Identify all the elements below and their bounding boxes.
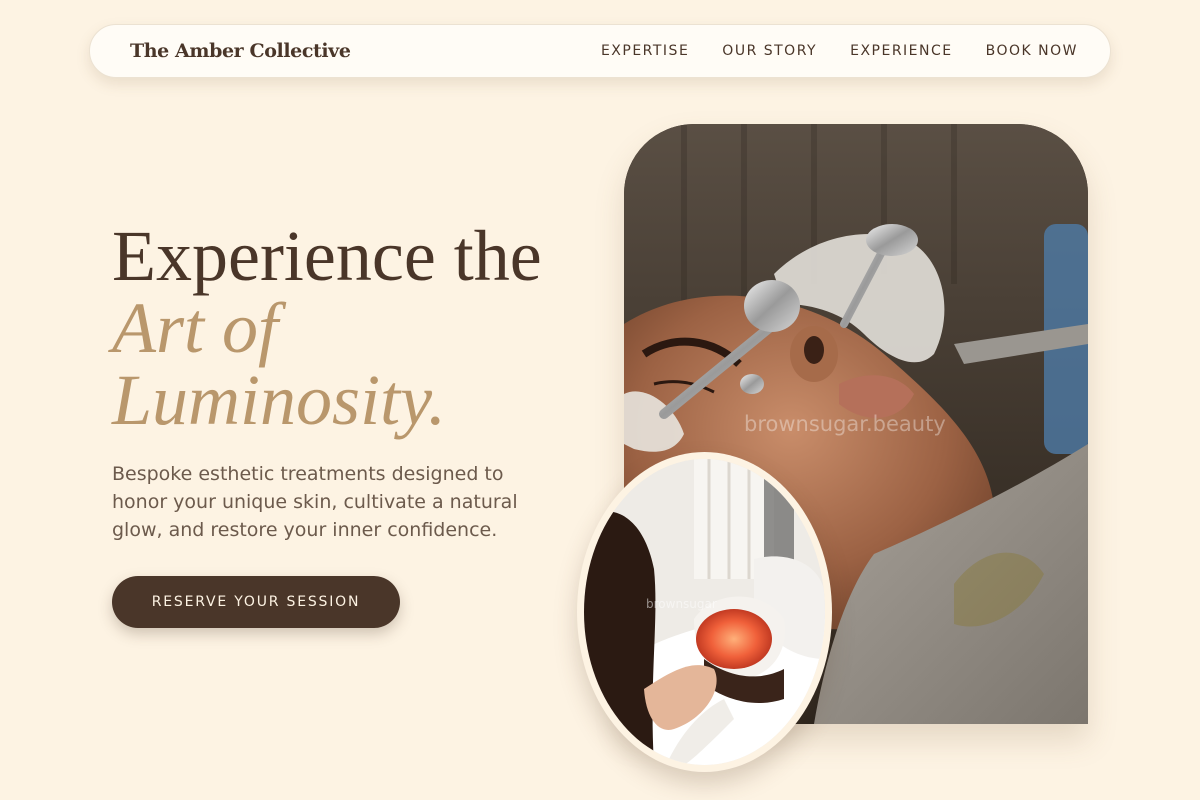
led-therapy-photo: brownsugar bbox=[584, 459, 825, 765]
nav-links: EXPERTISE OUR STORY EXPERIENCE BOOK NOW bbox=[601, 43, 1078, 59]
brand-logo[interactable]: The Amber Collective bbox=[130, 40, 351, 62]
hero-title-line: Experience the bbox=[112, 216, 542, 296]
hero-title-accent-line-2: Luminosity. bbox=[112, 360, 447, 440]
led-therapy-photo-frame: brownsugar bbox=[577, 452, 832, 772]
main-photo-watermark: brownsugar.beauty bbox=[744, 412, 946, 436]
hero-title: Experience the Art of Luminosity. bbox=[112, 220, 542, 436]
nav-link-expertise[interactable]: EXPERTISE bbox=[601, 43, 689, 59]
hero-subtitle: Bespoke esthetic treatments designed to … bbox=[112, 463, 518, 541]
nav-link-experience[interactable]: EXPERIENCE bbox=[850, 43, 953, 59]
hero-title-accent-line-1: Art of bbox=[112, 288, 279, 368]
oval-photo-watermark: brownsugar bbox=[646, 597, 717, 611]
top-navigation: The Amber Collective EXPERTISE OUR STORY… bbox=[89, 24, 1111, 78]
reserve-session-button[interactable]: RESERVE YOUR SESSION bbox=[112, 576, 400, 628]
nav-link-book-now[interactable]: BOOK NOW bbox=[986, 43, 1078, 59]
nav-link-our-story[interactable]: OUR STORY bbox=[722, 43, 817, 59]
led-therapy-illustration bbox=[584, 459, 825, 765]
